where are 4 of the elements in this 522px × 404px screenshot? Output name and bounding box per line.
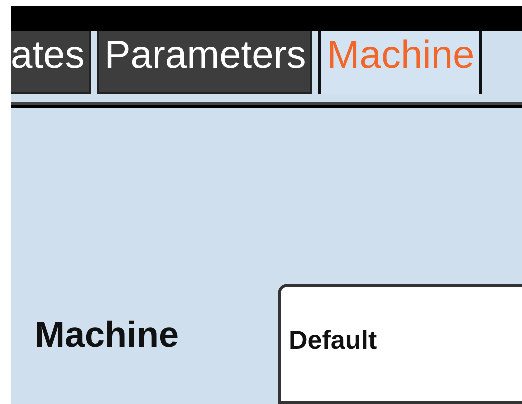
input-field[interactable]: Default [278, 284, 522, 404]
field-label: Machine [35, 314, 180, 356]
tab[interactable]: ates [11, 31, 91, 94]
tab[interactable]: Parameters [96, 31, 312, 94]
